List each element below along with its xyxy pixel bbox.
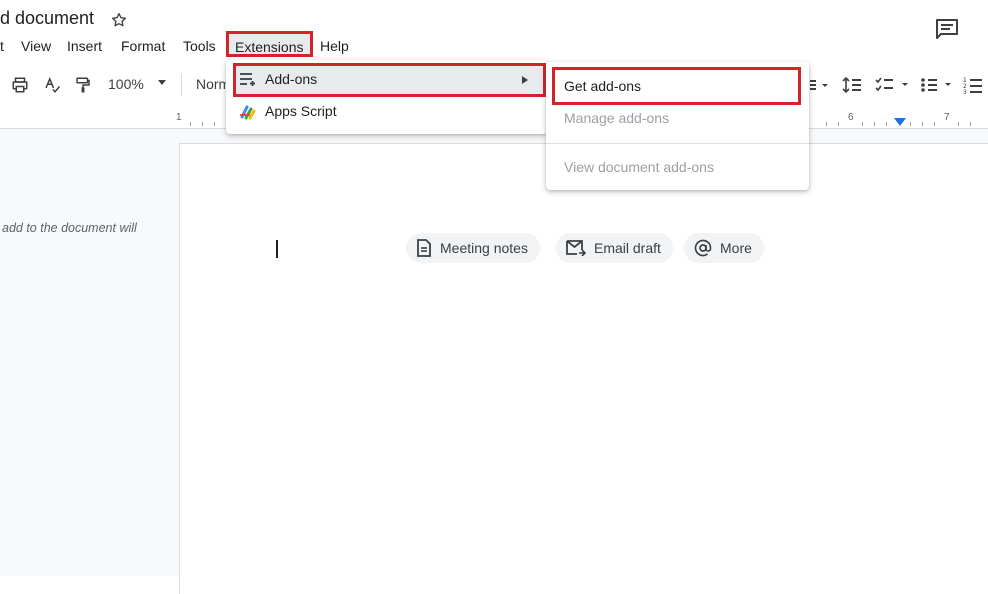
- ruler-tick: [910, 122, 911, 126]
- more-chip[interactable]: More: [684, 233, 764, 263]
- menu-tools[interactable]: Tools: [181, 35, 218, 57]
- text-cursor: [276, 240, 278, 258]
- manage-addons-menu-item: Manage add-ons: [564, 110, 670, 126]
- ruler-tick: [922, 122, 923, 126]
- ruler-number: 7: [944, 112, 950, 123]
- email-draft-chip[interactable]: Email draft: [556, 233, 673, 263]
- outline-hint-text: add to the document will: [2, 221, 137, 235]
- chip-label: Email draft: [594, 240, 661, 256]
- ruler-number: 6: [848, 112, 854, 123]
- line-spacing-icon[interactable]: [841, 74, 863, 96]
- ruler-tick: [970, 122, 971, 126]
- document-page[interactable]: [179, 143, 988, 594]
- menu-view[interactable]: View: [19, 35, 53, 57]
- submenu-arrow-icon: [522, 76, 528, 84]
- ruler-tick: [202, 122, 203, 126]
- view-document-addons-menu-item: View document add-ons: [564, 159, 714, 175]
- zoom-select[interactable]: 100%: [108, 76, 144, 92]
- menu-help[interactable]: Help: [318, 35, 351, 57]
- spellcheck-icon[interactable]: [41, 74, 63, 96]
- right-indent-marker-icon[interactable]: [894, 118, 906, 126]
- ruler-tick: [826, 122, 827, 126]
- ruler-tick: [838, 122, 839, 126]
- ruler-tick: [862, 122, 863, 126]
- get-addons-label: Get add-ons: [564, 78, 642, 94]
- document-title[interactable]: d document: [0, 8, 94, 29]
- print-icon[interactable]: [9, 74, 31, 96]
- ruler-number: 1: [176, 112, 182, 123]
- menu-insert[interactable]: Insert: [65, 35, 104, 57]
- zoom-dropdown-caret-icon[interactable]: [158, 80, 166, 85]
- svg-text:3: 3: [963, 89, 967, 94]
- checklist-icon[interactable]: [874, 74, 912, 96]
- align-dropdown-icon[interactable]: [810, 74, 832, 96]
- menu-file-fragment[interactable]: t: [0, 35, 6, 57]
- ruler-tick: [874, 122, 875, 126]
- apps-script-label: Apps Script: [265, 103, 337, 119]
- toolbar-divider: [181, 74, 182, 96]
- ruler-tick: [214, 122, 215, 126]
- email-icon: [566, 240, 586, 256]
- ruler-tick: [886, 122, 887, 126]
- menu-extensions[interactable]: Extensions: [226, 31, 313, 57]
- comments-icon[interactable]: [935, 18, 959, 40]
- paint-format-icon[interactable]: [72, 74, 94, 96]
- ruler-tick: [934, 122, 935, 126]
- menu-divider: [546, 143, 809, 144]
- document-icon: [417, 239, 431, 257]
- ruler-tick: [190, 122, 191, 126]
- bulleted-list-icon[interactable]: [920, 74, 956, 96]
- apps-script-icon: [240, 105, 256, 120]
- star-icon[interactable]: [110, 11, 128, 29]
- menu-format[interactable]: Format: [119, 35, 167, 57]
- chip-label: Meeting notes: [440, 240, 528, 256]
- addons-label: Add-ons: [265, 71, 318, 87]
- ruler-tick: [958, 122, 959, 126]
- chip-label: More: [720, 240, 752, 256]
- meeting-notes-chip[interactable]: Meeting notes: [406, 233, 540, 263]
- at-sign-icon: [694, 239, 712, 257]
- addons-icon: [240, 73, 255, 86]
- numbered-list-icon[interactable]: 123: [962, 74, 984, 96]
